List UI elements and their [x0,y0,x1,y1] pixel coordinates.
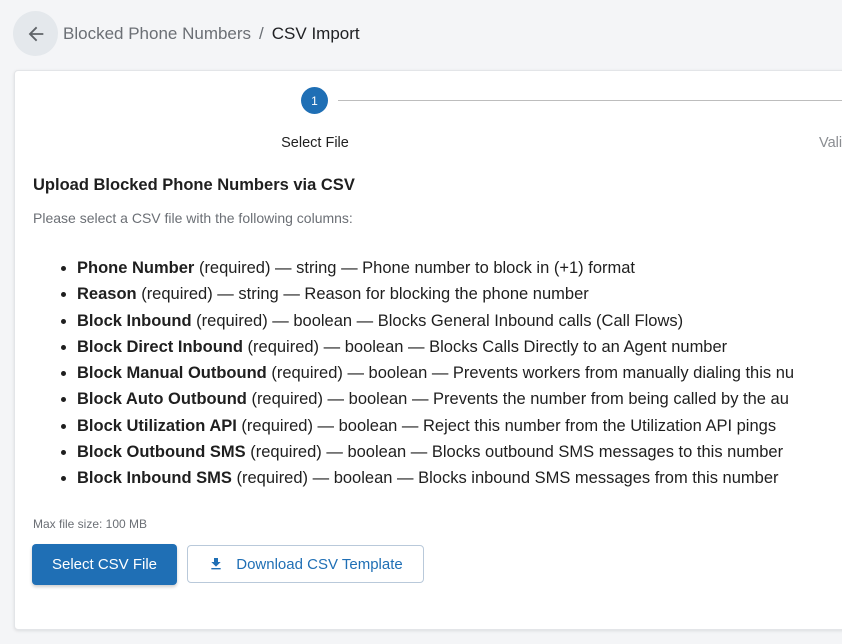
column-description: (required) — boolean — Prevents workers … [266,364,795,383]
section-title: Upload Blocked Phone Numbers via CSV [33,176,355,194]
import-card: 1 Select File Vali Upload Blocked Phone … [14,70,842,630]
list-item: Block Inbound (required) — boolean — Blo… [77,308,794,334]
column-description: (required) — boolean — Prevents the numb… [246,390,789,409]
download-button-label: Download CSV Template [236,555,403,573]
column-name: Block Inbound SMS [77,469,232,488]
column-description: (required) — boolean — Blocks Calls Dire… [242,337,728,356]
select-csv-file-button[interactable]: Select CSV File [32,544,177,585]
list-item: Block Auto Outbound (required) — boolean… [77,386,794,412]
column-description: (required) — string — Reason for blockin… [136,285,589,304]
breadcrumb-parent-link[interactable]: Blocked Phone Numbers [63,24,251,43]
download-csv-template-button[interactable]: Download CSV Template [187,545,424,583]
breadcrumb: Blocked Phone Numbers / CSV Import [63,24,360,44]
column-description: (required) — boolean — Reject this numbe… [236,416,777,435]
step-label-validate: Vali [819,135,842,151]
list-item: Block Inbound SMS (required) — boolean —… [77,465,794,491]
column-name: Block Manual Outbound [77,364,267,383]
step-label-select-file: Select File [281,135,349,151]
list-item: Phone Number (required) — string — Phone… [77,255,794,281]
column-name: Reason [77,285,137,304]
breadcrumb-separator: / [259,24,264,43]
column-description: (required) — string — Phone number to bl… [194,259,636,277]
column-name: Block Auto Outbound [77,390,247,409]
section-subtitle: Please select a CSV file with the follow… [33,210,353,226]
breadcrumb-current: CSV Import [271,24,360,43]
column-description: (required) — boolean — Blocks General In… [191,311,684,330]
page-header: Blocked Phone Numbers / CSV Import [0,0,842,68]
list-item: Block Outbound SMS (required) — boolean … [77,439,794,465]
step-1-indicator: 1 [301,87,328,114]
back-button[interactable] [13,11,58,56]
max-file-size-note: Max file size: 100 MB [33,517,148,531]
column-name: Block Inbound [77,311,192,330]
column-description: (required) — boolean — Blocks outbound S… [245,443,784,462]
list-item: Block Utilization API (required) — boole… [77,413,794,439]
download-icon [211,558,221,570]
list-item: Block Direct Inbound (required) — boolea… [77,334,794,360]
column-name: Block Direct Inbound [77,337,243,356]
column-name: Phone Number [77,259,195,277]
column-name: Block Utilization API [77,416,237,435]
arrow-left-icon [28,26,43,41]
column-description: (required) — boolean — Blocks inbound SM… [231,469,779,488]
stepper-connector [338,100,842,101]
column-list: Phone Number (required) — string — Phone… [55,255,794,492]
list-item: Block Manual Outbound (required) — boole… [77,360,794,386]
list-item: Reason (required) — string — Reason for … [77,281,794,307]
column-name: Block Outbound SMS [77,443,246,462]
